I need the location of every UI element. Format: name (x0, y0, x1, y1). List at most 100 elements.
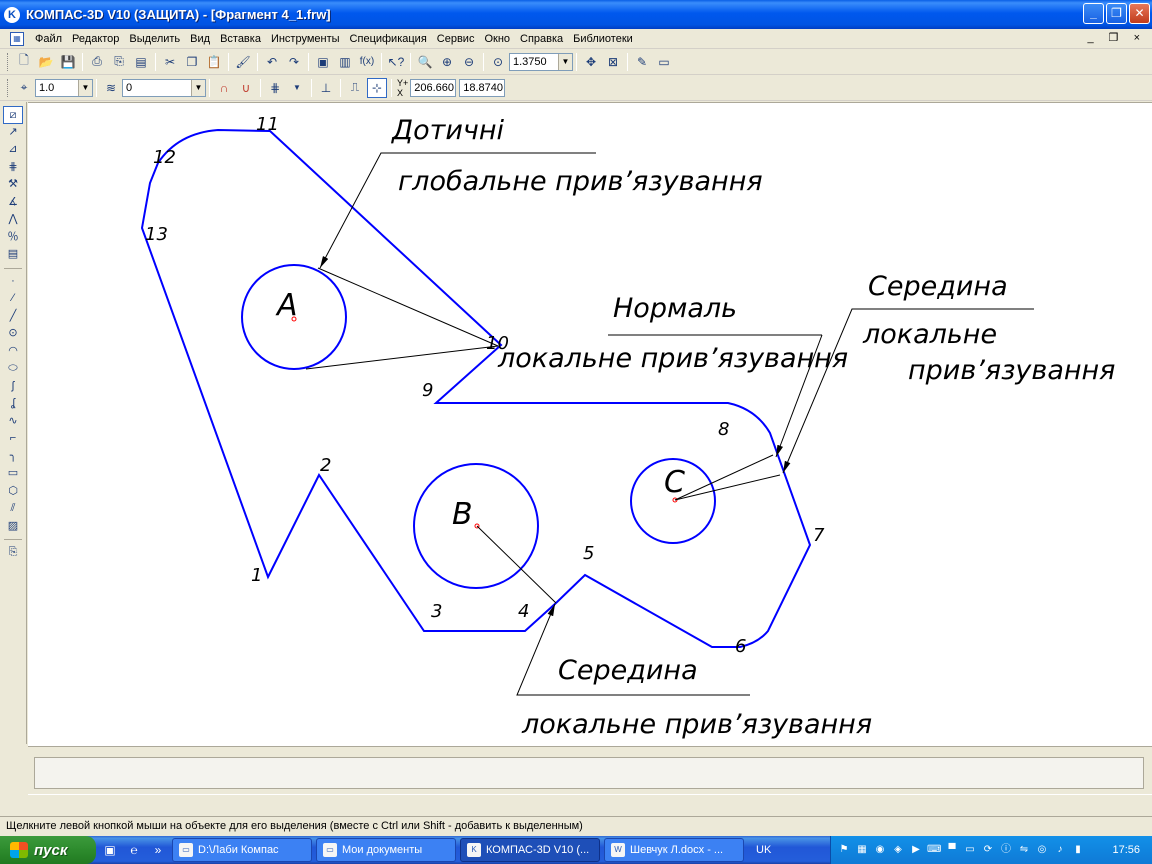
symbols-panel-icon[interactable]: ⊿ (3, 141, 23, 159)
menu-window[interactable]: Окно (479, 33, 515, 45)
point-tool-icon[interactable]: · (3, 273, 23, 291)
tree-icon[interactable]: ▥ (335, 52, 355, 72)
tray-network-icon[interactable]: ▦ (855, 843, 869, 857)
tray-battery-icon[interactable]: ▮ (1071, 843, 1085, 857)
task-my-documents[interactable]: ▭ Мои документы (316, 838, 456, 862)
kompas-app-icon[interactable]: K (4, 6, 20, 23)
task-word-document[interactable]: W Шевчук Л.docx - ... (604, 838, 744, 862)
tray-antivirus-icon[interactable]: ◉ (873, 843, 887, 857)
circle-b[interactable] (413, 463, 539, 589)
local-cs-icon[interactable]: ⊥ (316, 78, 336, 98)
task-folder-labs[interactable]: ▭ D:\Лаби Компас (172, 838, 312, 862)
ellipse-tool-icon[interactable]: ⬭ (3, 360, 23, 378)
tray-media-icon[interactable]: ▶ (909, 843, 923, 857)
zoom-window-icon[interactable]: 🔍 (415, 52, 435, 72)
restore-button[interactable]: ❐ (1106, 3, 1127, 24)
grid-icon[interactable]: ⋕ (265, 78, 285, 98)
menu-help[interactable]: Справка (515, 33, 568, 45)
document-icon[interactable]: ▦ (10, 31, 24, 46)
geometry-panel-icon[interactable]: ⧄ (3, 106, 23, 124)
chevron-down-icon[interactable]: ▼ (558, 53, 572, 70)
menu-tools[interactable]: Инструменты (266, 33, 345, 45)
format-brush-icon[interactable]: 🖌 (233, 52, 253, 72)
toolbar-grip[interactable] (7, 52, 10, 71)
parametrization-panel-icon[interactable]: ⚒ (3, 176, 23, 194)
zoom-out-icon[interactable]: ⊖ (459, 52, 479, 72)
chevron-down-icon[interactable]: ▼ (78, 79, 92, 96)
cut-icon[interactable]: ✂ (160, 52, 180, 72)
tray-wifi-icon[interactable]: ◎ (1035, 843, 1049, 857)
properties-icon[interactable]: ▤ (131, 52, 151, 72)
auxiliary-line-icon[interactable]: ⁄ (3, 290, 23, 308)
tray-update-icon[interactable]: ⟳ (981, 843, 995, 857)
context-help-icon[interactable]: ↖? (386, 52, 406, 72)
start-button[interactable]: пуск (0, 836, 96, 864)
open-folder-icon[interactable]: 📂 (36, 52, 56, 72)
minimize-button[interactable]: _ (1083, 3, 1104, 24)
polygon-tool-icon[interactable]: ⬡ (3, 483, 23, 501)
save-icon[interactable]: 💾 (58, 52, 78, 72)
pan-icon[interactable]: ✥ (581, 52, 601, 72)
menu-file[interactable]: Файл (30, 33, 67, 45)
ortho-mode-icon[interactable]: ⎍ (345, 78, 365, 98)
tray-keyboard-icon[interactable]: ⌨ (927, 843, 941, 857)
variables-icon[interactable]: f(x) (357, 52, 377, 72)
chevron-down-icon[interactable]: ▼ (287, 78, 307, 98)
menu-insert[interactable]: Вставка (215, 33, 266, 45)
bezier-tool-icon[interactable]: ∿ (3, 413, 23, 431)
outer-contour[interactable] (140, 128, 812, 648)
print-preview-icon[interactable]: ⎘ (109, 52, 129, 72)
rectangle-tool-icon[interactable]: ▭ (3, 465, 23, 483)
language-indicator[interactable]: UK (756, 844, 771, 856)
menu-view[interactable]: Вид (185, 33, 215, 45)
menu-service[interactable]: Сервис (432, 33, 480, 45)
view-icon[interactable]: ▭ (654, 52, 674, 72)
refresh-icon[interactable]: ✎ (632, 52, 652, 72)
drawing-canvas[interactable]: 1 2 3 4 5 6 7 8 9 10 11 12 13 A B C Доти… (28, 102, 1152, 746)
zoom-scale-icon[interactable]: ⊙ (488, 52, 508, 72)
quicklaunch-ie-icon[interactable]: ℮ (124, 840, 144, 860)
toolbar-grip[interactable] (7, 78, 10, 97)
zoom-in-icon[interactable]: ⊕ (437, 52, 457, 72)
close-button[interactable]: ✕ (1129, 3, 1150, 24)
redo-icon[interactable]: ↷ (284, 52, 304, 72)
task-kompas[interactable]: K КОМПАС-3D V10 (... (460, 838, 600, 862)
snap-magnet-icon[interactable]: ∩ (214, 78, 234, 98)
quicklaunch-more-icon[interactable]: » (148, 840, 168, 860)
tray-info-icon[interactable]: ⓘ (999, 843, 1013, 857)
measure-panel-icon[interactable]: ∡ (3, 194, 23, 212)
collect-contour-icon[interactable]: ⎘ (3, 544, 23, 562)
title-bar[interactable]: K КОМПАС-3D V10 (ЗАЩИТА) - [Фрагмент 4_1… (0, 0, 1152, 29)
menu-editor[interactable]: Редактор (67, 33, 124, 45)
cursor-step-field[interactable]: 1.0 ▼ (35, 78, 93, 97)
layer-icon[interactable]: ≋ (101, 78, 121, 98)
tray-display-icon[interactable]: ▭ (963, 843, 977, 857)
equidistant-tool-icon[interactable]: ⫽ (3, 500, 23, 518)
menu-libraries[interactable]: Библиотеки (568, 33, 638, 45)
coordinate-x-field[interactable]: 206.660 (410, 78, 457, 97)
manager-icon[interactable]: ▣ (313, 52, 333, 72)
segment-tool-icon[interactable]: ╱ (3, 308, 23, 326)
paste-icon[interactable]: 📋 (204, 52, 224, 72)
document-window-controls[interactable]: _ ❐ × (1087, 31, 1146, 44)
polyline-tool-icon[interactable]: ʃ (3, 378, 23, 396)
menu-specification[interactable]: Спецификация (345, 33, 432, 45)
dimensions-panel-icon[interactable]: ↗ (3, 124, 23, 142)
edit-panel-icon[interactable]: ⋕ (3, 159, 23, 177)
snaps-icon[interactable]: ⊹ (367, 77, 387, 98)
associative-view-icon[interactable]: ％ (3, 229, 23, 247)
tray-volume-icon[interactable]: ♪ (1053, 843, 1067, 857)
tray-app-icon[interactable]: ◈ (891, 843, 905, 857)
undo-icon[interactable]: ↶ (262, 52, 282, 72)
selection-panel-icon[interactable]: ⋀ (3, 211, 23, 229)
spec-panel-icon[interactable]: ▤ (3, 246, 23, 264)
copy-icon[interactable]: ❐ (182, 52, 202, 72)
chamfer-tool-icon[interactable]: ⌐ (3, 430, 23, 448)
zoom-scale-field[interactable]: 1.3750 ▼ (509, 52, 573, 71)
fillet-tool-icon[interactable]: ╮ (3, 448, 23, 466)
chevron-down-icon[interactable]: ▼ (191, 79, 205, 96)
print-icon[interactable]: ⎙ (87, 52, 107, 72)
show-all-icon[interactable]: ⊠ (603, 52, 623, 72)
tray-flag-icon[interactable]: ▀ (945, 843, 959, 857)
arc-tool-icon[interactable]: ◠ (3, 343, 23, 361)
